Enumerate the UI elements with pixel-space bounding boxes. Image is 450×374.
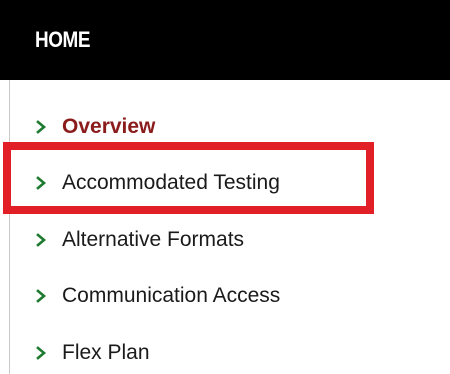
nav-item-label: Accommodated Testing bbox=[62, 171, 280, 194]
chevron-right-icon bbox=[36, 120, 47, 134]
nav-item-label: Alternative Formats bbox=[62, 228, 245, 251]
nav-item-overview[interactable]: Overview bbox=[34, 112, 155, 142]
sidebar-nav: Overview Accommodated Testing Alternativ… bbox=[0, 80, 450, 374]
chevron-right-icon bbox=[36, 289, 47, 303]
section-title: HOME bbox=[35, 27, 91, 52]
page: HOME Overview Accommodated Testing Alter… bbox=[0, 0, 450, 374]
nav-item-label: Overview bbox=[62, 115, 156, 138]
nav-item-flex-plan[interactable]: Flex Plan bbox=[34, 338, 150, 368]
nav-item-label: Communication Access bbox=[62, 284, 281, 307]
chevron-right-icon bbox=[36, 346, 47, 360]
section-header: HOME bbox=[0, 0, 450, 80]
nav-item-label: Flex Plan bbox=[62, 341, 150, 364]
chevron-right-icon bbox=[36, 233, 47, 247]
nav-item-alternative-formats[interactable]: Alternative Formats bbox=[34, 225, 244, 255]
nav-item-communication-access[interactable]: Communication Access bbox=[34, 281, 280, 311]
nav-item-accommodated-testing[interactable]: Accommodated Testing bbox=[34, 168, 280, 198]
chevron-right-icon bbox=[36, 176, 47, 190]
